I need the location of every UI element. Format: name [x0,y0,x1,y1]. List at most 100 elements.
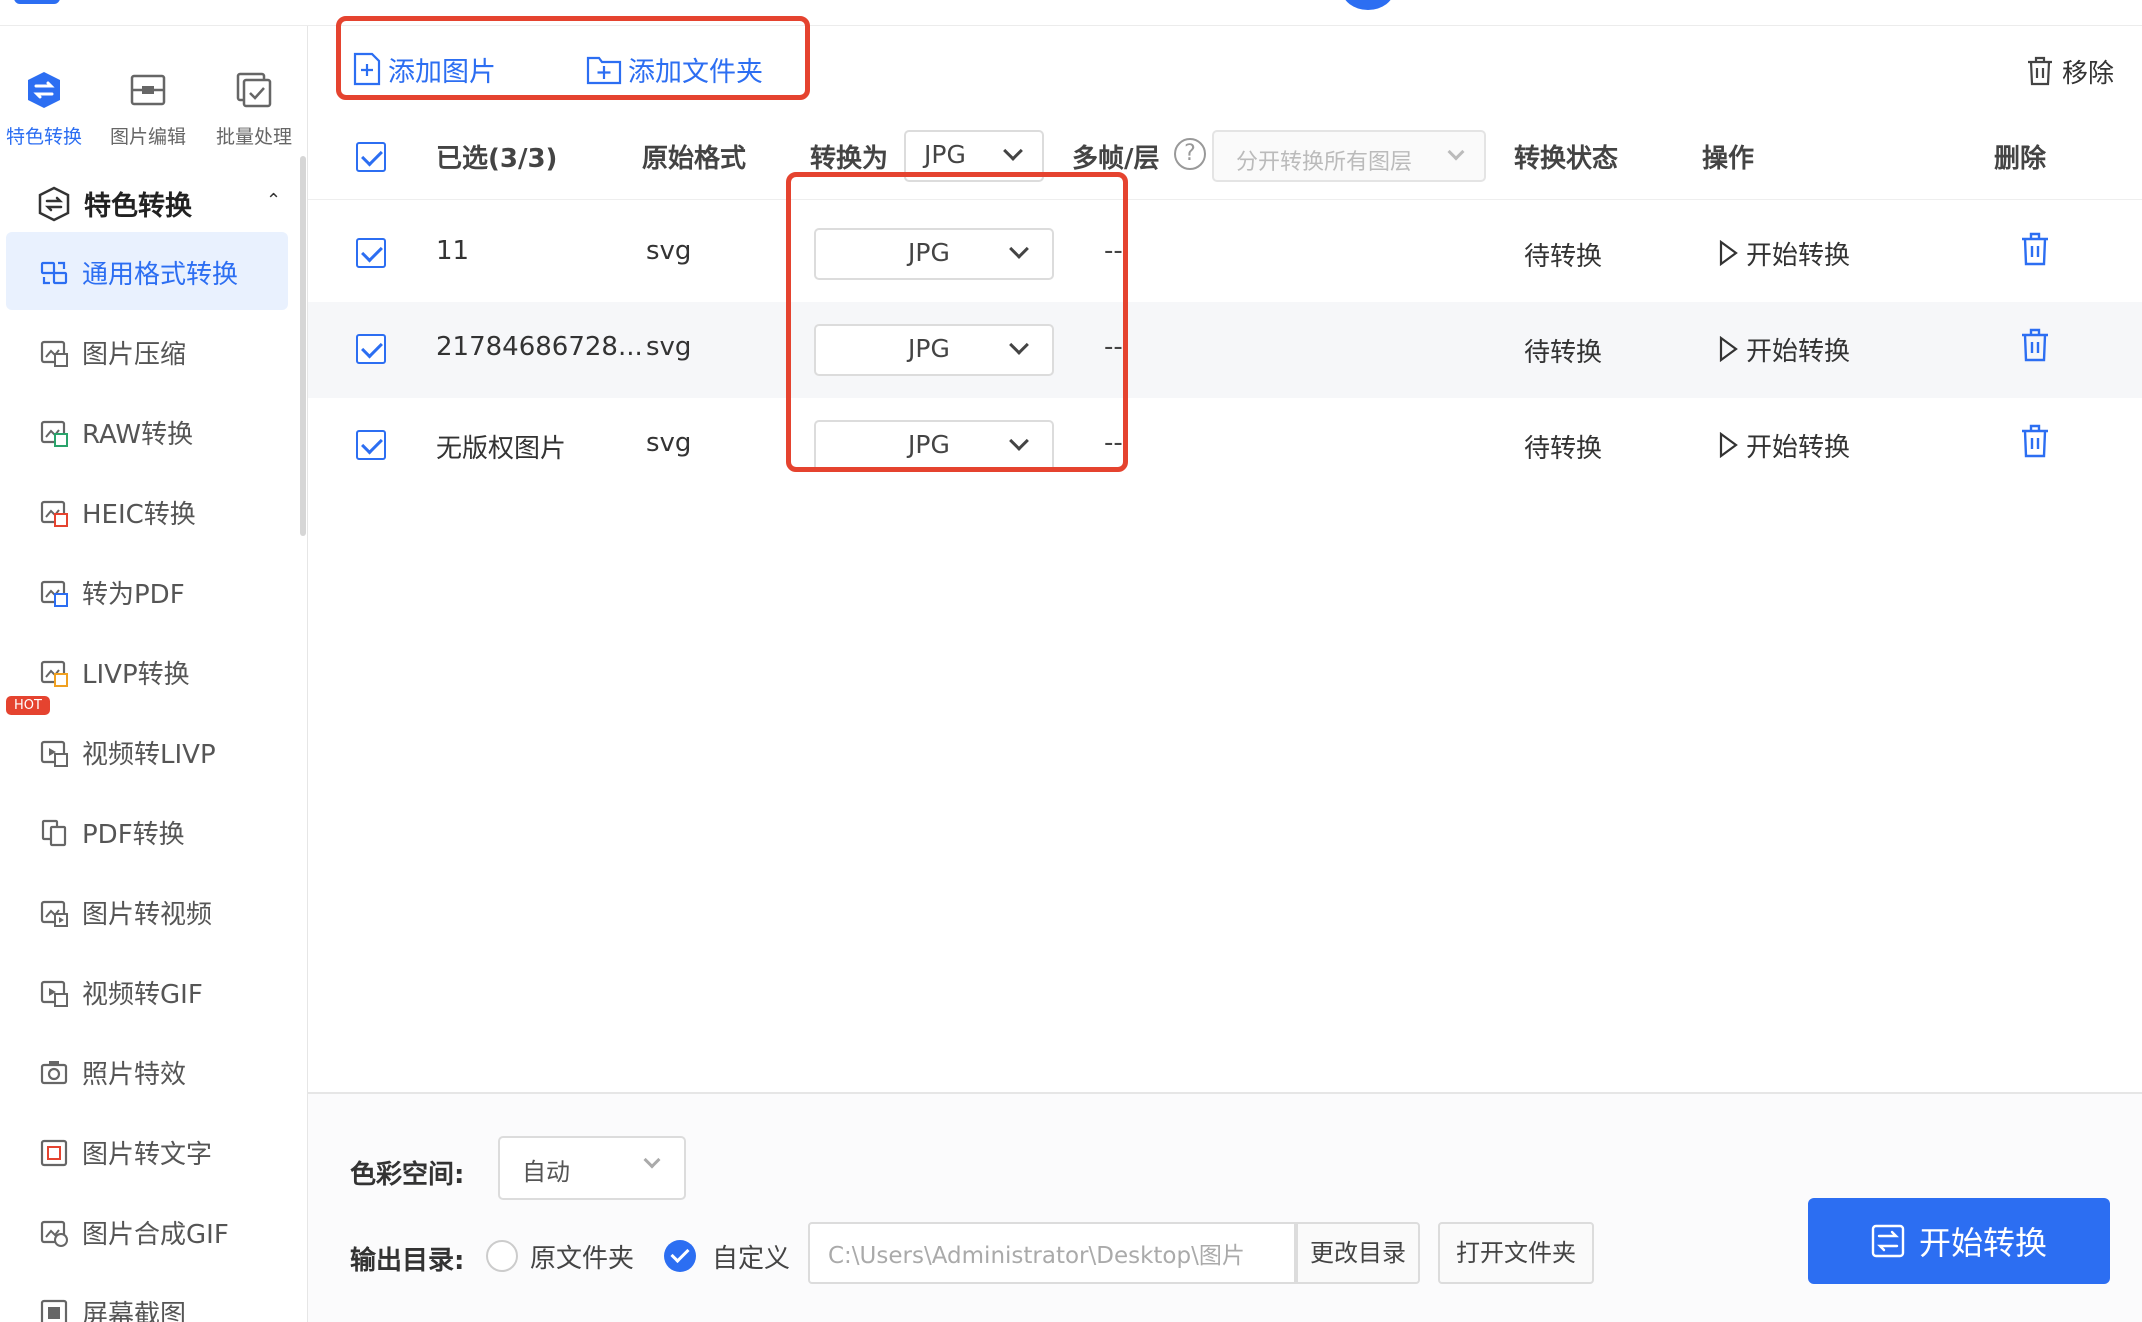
batch-check-icon [236,72,272,108]
radio-custom-folder[interactable] [664,1240,696,1272]
header-selected: 已选(3/3) [436,144,558,174]
add-image-label: 添加图片 [388,56,496,88]
trash-icon[interactable] [2020,424,2050,458]
status-text: 待转换 [1524,242,1603,272]
sidebar-item-label: 图片转视频 [82,900,213,930]
row-checkbox[interactable] [356,334,386,364]
bulk-format-select[interactable]: JPG [904,130,1044,182]
target-format-value: JPG [908,430,950,459]
sidebar-item-label: 图片转文字 [82,1140,213,1170]
select-all-checkbox[interactable] [356,142,386,172]
sidebar-item-general-format[interactable]: 通用格式转换 [6,232,288,310]
sidebar-item-screenshot[interactable]: 屏幕截图 [6,1272,288,1322]
pdf-image-icon [40,580,68,607]
sidebar-group-header[interactable]: 特色转换 ⌃ [0,166,300,238]
start-convert-button[interactable]: 开始转换 [1808,1198,2110,1284]
pdf-convert-icon [41,819,67,847]
tab-image-edit[interactable]: 图片编辑 [98,48,198,158]
open-folder-button[interactable]: 打开文件夹 [1438,1222,1594,1284]
center-badge [1342,0,1394,10]
sidebar-item-compress[interactable]: 图片压缩 [6,312,288,390]
color-space-value: 自动 [522,1158,570,1186]
add-folder-button[interactable]: 添加文件夹 [586,44,763,94]
sidebar-item-pdf-convert[interactable]: PDF转换 [6,792,288,870]
sidebar-item-image-to-text[interactable]: 图片转文字 [6,1112,288,1190]
add-folder-icon [586,56,622,85]
main-panel: 添加图片 添加文件夹 移除 已选(3/3) 原始格式 转换为 JPG 多帧/层 … [308,16,2142,1322]
tab-label: 特色转换 [5,126,82,148]
sidebar-item-raw[interactable]: RAW转换 [6,392,288,470]
chevron-down-icon [1009,431,1029,451]
trash-icon [2027,56,2052,86]
header-status: 转换状态 [1514,144,1619,174]
help-icon[interactable]: ? [1174,138,1206,170]
sidebar-item-label: 转为PDF [82,580,185,610]
target-format-value: JPG [908,334,950,363]
file-format: svg [646,428,692,458]
color-space-select[interactable]: 自动 [498,1136,686,1200]
sidebar-item-image-to-gif[interactable]: 图片合成GIF [6,1192,288,1270]
convert-group-icon [38,186,70,222]
play-icon [1719,240,1738,266]
sidebar-scrollbar[interactable] [300,156,306,536]
remove-button[interactable]: 移除 [2026,46,2114,96]
target-format-select[interactable]: JPG [814,324,1054,376]
raw-image-icon [40,420,68,447]
convert-shield-icon [28,72,60,108]
sidebar-item-heic[interactable]: HEIC转换 [6,472,288,550]
row-checkbox[interactable] [356,430,386,460]
chevron-down-icon [1447,143,1465,161]
radio-original-folder[interactable] [486,1240,518,1272]
footer-settings: 色彩空间: 自动 输出目录: 原文件夹 自定义 更改目录 打开文件夹 开始转换 [308,1092,2142,1322]
table-header: 已选(3/3) 原始格式 转换为 JPG 多帧/层 ? 分开转换所有图层 转换状… [308,112,2142,200]
frames-value: -- [1104,332,1123,362]
target-format-value: JPG [908,238,950,267]
file-name: 无版权图片 [436,434,567,464]
sidebar-item-image-to-video[interactable]: 图片转视频 [6,872,288,950]
row-checkbox[interactable] [356,238,386,268]
heic-image-icon [40,500,68,527]
start-convert-row-button[interactable]: 开始转换 [1718,324,1850,374]
gif-compose-icon [40,1220,68,1247]
app-logo [14,0,60,4]
tab-feature-convert[interactable]: 特色转换 [0,48,94,158]
trash-icon[interactable] [2020,232,2050,266]
radio-custom-label[interactable]: 自定义 [712,1238,790,1275]
target-format-select[interactable]: JPG [814,420,1054,472]
file-format: svg [646,236,692,266]
output-path-input[interactable] [808,1222,1296,1284]
sidebar-item-to-pdf[interactable]: 转为PDF [6,552,288,630]
change-dir-button[interactable]: 更改目录 [1296,1222,1420,1284]
layer-option-select: 分开转换所有图层 [1212,130,1486,182]
action-label: 开始转换 [1746,336,1851,367]
sidebar-item-video-to-gif[interactable]: 视频转GIF [6,952,288,1030]
sidebar-item-label: 图片合成GIF [82,1220,229,1250]
add-file-icon [353,52,381,86]
screenshot-icon [40,1299,68,1322]
radio-original-label[interactable]: 原文件夹 [530,1238,634,1275]
sidebar-item-video-to-livp[interactable]: HOT 视频转LIVP [6,696,288,790]
sidebar-item-label: 照片特效 [82,1060,187,1090]
bulk-format-value: JPG [924,140,966,169]
remove-label: 移除 [2061,58,2114,89]
sidebar-item-label: 视频转LIVP [82,740,216,770]
target-format-select[interactable]: JPG [814,228,1054,280]
start-convert-row-button[interactable]: 开始转换 [1718,420,1850,470]
status-text: 待转换 [1524,434,1603,464]
add-image-button[interactable]: 添加图片 [352,44,496,94]
video-livp-icon [40,740,68,767]
hot-badge: HOT [6,696,50,715]
chevron-down-icon [643,1151,661,1169]
livp-image-icon [40,660,68,687]
sidebar-item-photo-effects[interactable]: 照片特效 [6,1032,288,1110]
header-multi-frame: 多帧/层 [1072,144,1160,174]
table-row: 11 svg JPG -- 待转换 开始转换 [308,206,2142,302]
trash-icon[interactable] [2020,328,2050,362]
sidebar: 特色转换 图片编辑 批量处理 特色转换 ⌃ 通用格式转换 图片压缩 RAW转换 … [0,26,308,1322]
toolbar: 添加图片 添加文件夹 移除 [308,16,2142,126]
sidebar-group-title: 特色转换 [84,191,192,222]
start-convert-row-button[interactable]: 开始转换 [1718,228,1850,278]
tab-batch-process[interactable]: 批量处理 [204,48,304,158]
header-convert-to: 转换为 [810,144,889,174]
format-convert-icon [40,261,68,285]
